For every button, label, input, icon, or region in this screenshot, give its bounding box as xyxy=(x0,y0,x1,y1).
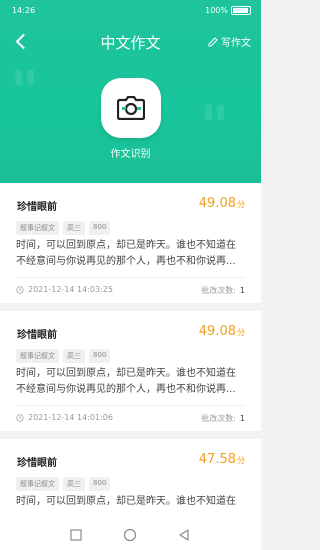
tag-genre: 叙事记叙文 xyxy=(16,221,59,235)
tag-wordcount: 800 xyxy=(89,349,111,363)
essay-card[interactable]: 珍惜眼前 49.08分 叙事记叙文 高三 800 时间，可以回到原点，却已是昨天… xyxy=(0,183,261,303)
tag-grade: 高三 xyxy=(63,221,85,235)
essay-score: 49.08分 xyxy=(198,324,245,339)
essay-title: 珍惜眼前 xyxy=(17,202,57,213)
camera-button[interactable] xyxy=(101,78,161,138)
essay-card[interactable]: 珍惜眼前 49.08分 叙事记叙文 高三 800 时间，可以回到原点，却已是昨天… xyxy=(0,311,261,431)
header-banner: " " 14:26 100% 中文作文 写作文 作文识别 xyxy=(0,0,261,183)
essay-excerpt: 时间，可以回到原点，却已是昨天。谁也不知道在 不经意间与你说再见的那个人，再也不… xyxy=(16,368,236,395)
essay-card[interactable]: 珍惜眼前 47.58分 叙事记叙文 高三 800 时间，可以回到原点，却已是昨天… xyxy=(0,439,261,529)
battery-label: 100% xyxy=(205,6,228,15)
divider xyxy=(16,277,245,278)
essay-title: 珍惜眼前 xyxy=(17,458,57,469)
tag-genre: 叙事记叙文 xyxy=(16,477,59,491)
back-nav-button[interactable] xyxy=(177,528,191,542)
review-count: 批改次数: 1 xyxy=(201,414,245,423)
divider xyxy=(16,405,245,406)
system-nav-bar xyxy=(0,520,261,550)
camera-icon xyxy=(117,96,145,120)
tag-grade: 高三 xyxy=(63,349,85,363)
identify-label: 作文识别 xyxy=(110,149,151,160)
status-time: 14:26 xyxy=(12,6,36,15)
write-essay-label: 写作文 xyxy=(221,38,251,49)
review-count: 批改次数: 1 xyxy=(201,286,245,295)
tag-list: 叙事记叙文 高三 800 xyxy=(16,477,111,491)
essay-date: 2021-12-14 14:01:06 xyxy=(28,413,113,422)
essay-excerpt: 时间，可以回到原点，却已是昨天。谁也不知道在 不经意间与你说再见的那个人，再也不… xyxy=(16,240,236,267)
home-button[interactable] xyxy=(123,528,137,542)
essay-score: 47.58分 xyxy=(198,452,245,467)
status-bar: 14:26 100% xyxy=(0,0,261,22)
clock-icon xyxy=(16,285,24,294)
tag-list: 叙事记叙文 高三 800 xyxy=(16,221,111,235)
tag-grade: 高三 xyxy=(63,477,85,491)
watermark-decoration: " xyxy=(10,60,40,125)
nav-bar: 中文作文 写作文 xyxy=(0,26,261,56)
tag-genre: 叙事记叙文 xyxy=(16,349,59,363)
battery-icon xyxy=(231,6,251,15)
clock-icon xyxy=(16,413,24,422)
essay-title: 珍惜眼前 xyxy=(17,330,57,341)
essay-date: 2021-12-14 14:03:25 xyxy=(28,285,113,294)
recent-apps-button[interactable] xyxy=(69,528,83,542)
tag-wordcount: 800 xyxy=(89,477,111,491)
essay-score: 49.08分 xyxy=(198,196,245,211)
tag-wordcount: 800 xyxy=(89,221,111,235)
tag-list: 叙事记叙文 高三 800 xyxy=(16,349,111,363)
write-essay-button[interactable]: 写作文 xyxy=(208,34,251,49)
essay-excerpt: 时间，可以回到原点，却已是昨天。谁也不知道在 xyxy=(16,496,236,507)
pencil-icon xyxy=(208,36,218,46)
